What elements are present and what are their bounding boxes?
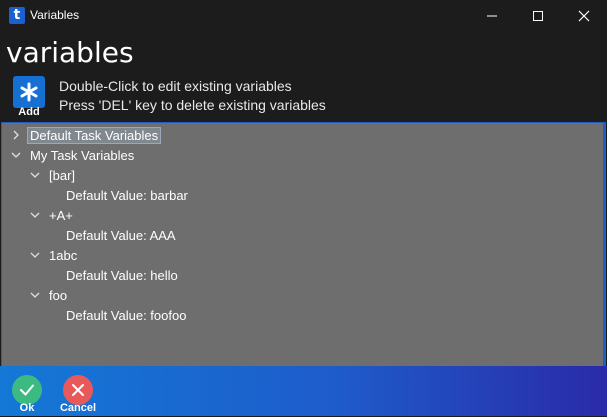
hint-edit: Double-Click to edit existing variables (59, 78, 292, 94)
close-x-icon (63, 375, 93, 405)
window-title: Variables (30, 8, 80, 22)
tree-group-label: My Task Variables (30, 147, 135, 163)
variable-name: +A+ (49, 207, 73, 223)
app-icon: t (9, 7, 25, 24)
add-variable-button[interactable]: Add (10, 74, 48, 122)
tree-variable-item[interactable]: +A+ (29, 205, 73, 225)
default-value-text: Default Value: barbar (66, 187, 188, 203)
page-title: variables (6, 36, 134, 69)
variables-tree[interactable]: Default Task Variables My Task Variables… (1, 122, 606, 367)
variable-name: foo (49, 287, 68, 303)
variable-default-value: Default Value: foofoo (66, 305, 186, 325)
chevron-down-icon[interactable] (10, 149, 22, 161)
cancel-button[interactable]: Cancel (55, 373, 103, 417)
tree-group-default-task-variables[interactable]: Default Task Variables (10, 125, 162, 145)
chevron-down-icon[interactable] (29, 249, 41, 261)
checkmark-icon (12, 375, 42, 405)
close-button[interactable] (561, 0, 607, 31)
variable-default-value: Default Value: barbar (66, 185, 188, 205)
tree-variable-item[interactable]: foo (29, 285, 67, 305)
default-value-text: Default Value: foofoo (66, 307, 187, 323)
variable-default-value: Default Value: AAA (66, 225, 176, 245)
ok-button[interactable]: Ok (4, 373, 52, 417)
minimize-button[interactable] (469, 0, 515, 31)
tree-variable-item[interactable]: [bar] (29, 165, 75, 185)
chevron-down-icon[interactable] (29, 289, 41, 301)
maximize-icon (533, 10, 543, 21)
asterisk-icon (13, 76, 45, 108)
title-bar: t Variables (0, 0, 607, 31)
footer-bar: Ok Cancel (0, 366, 607, 416)
default-value-text: Default Value: hello (66, 267, 178, 283)
chevron-right-icon[interactable] (10, 129, 22, 141)
close-icon (578, 10, 590, 21)
tree-group-my-task-variables[interactable]: My Task Variables (10, 145, 134, 165)
variable-default-value: Default Value: hello (66, 265, 178, 285)
tree-variable-item[interactable]: 1abc (29, 245, 77, 265)
minimize-icon (487, 15, 497, 16)
add-label: Add (18, 106, 40, 118)
variable-name: [bar] (49, 167, 76, 183)
variable-name: 1abc (49, 247, 78, 263)
chevron-down-icon[interactable] (29, 169, 41, 181)
chevron-down-icon[interactable] (29, 209, 41, 221)
header: variables Add Double-Click to edit exist… (0, 31, 607, 123)
tree-group-label: Default Task Variables (27, 126, 162, 144)
maximize-button[interactable] (515, 0, 561, 31)
cancel-label: Cancel (59, 402, 97, 414)
ok-label: Ok (19, 402, 35, 414)
default-value-text: Default Value: AAA (66, 227, 176, 243)
hint-delete: Press 'DEL' key to delete existing varia… (59, 97, 326, 113)
